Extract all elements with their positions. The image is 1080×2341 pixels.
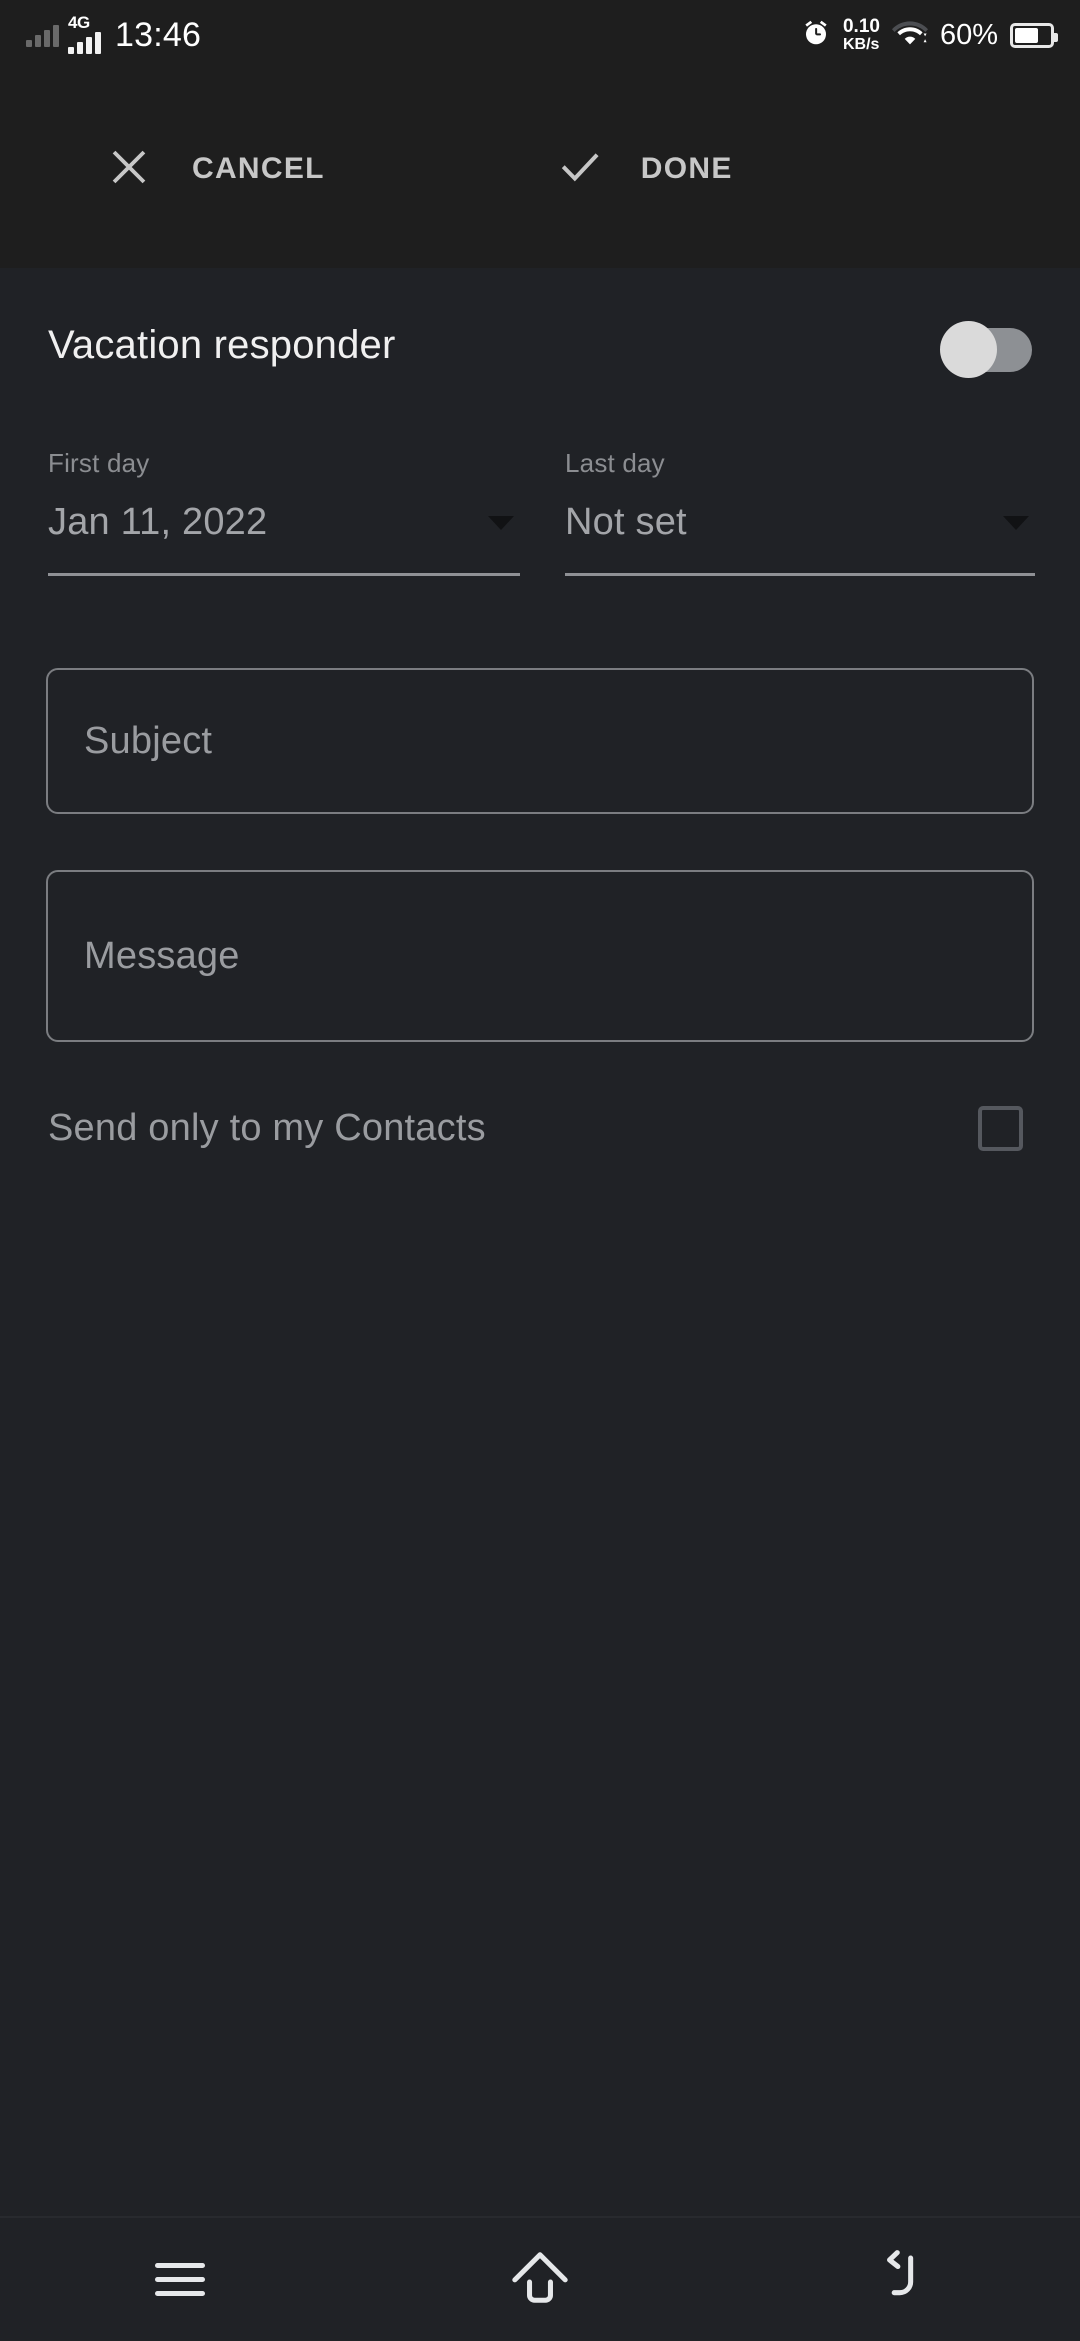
close-x-icon <box>107 145 151 194</box>
phone-screen: 4G 13:46 0.10 KB/s 60% CANCEL DONE Vacat… <box>0 0 1080 2340</box>
menu-recents-icon <box>155 2254 205 2305</box>
message-placeholder: Message <box>84 934 240 977</box>
back-button[interactable] <box>800 2217 1000 2341</box>
cancel-button[interactable]: CANCEL <box>107 114 325 224</box>
dropdown-caret-icon <box>488 515 514 530</box>
subject-input[interactable]: Subject <box>46 668 1034 814</box>
first-day-value: Jan 11, 2022 <box>48 501 268 543</box>
signal-bars-icon <box>68 30 101 54</box>
home-button[interactable] <box>440 2217 640 2341</box>
last-day-underline <box>565 573 1035 576</box>
network-signal-group: 4G <box>68 13 101 54</box>
status-bar: 4G 13:46 0.10 KB/s 60% <box>0 0 1080 70</box>
send-only-contacts-label: Send only to my Contacts <box>48 1106 486 1149</box>
message-input[interactable]: Message <box>46 870 1034 1042</box>
check-icon <box>557 144 603 195</box>
first-day-underline <box>48 573 520 576</box>
send-only-contacts-checkbox[interactable] <box>978 1105 1023 1151</box>
battery-icon <box>1010 22 1058 48</box>
subject-placeholder: Subject <box>84 719 213 762</box>
last-day-label: Last day <box>565 448 665 478</box>
first-day-select[interactable]: Jan 11, 2022 <box>48 501 520 544</box>
network-speed-indicator: 0.10 KB/s <box>843 17 880 53</box>
last-day-select[interactable]: Not set <box>565 501 1035 544</box>
toggle-thumb <box>940 321 997 378</box>
first-day-field[interactable]: First day Jan 11, 2022 <box>48 448 520 576</box>
dropdown-caret-icon <box>1003 515 1029 530</box>
settings-content: Vacation responder First day Jan 11, 202… <box>0 268 1080 2215</box>
app-bar: CANCEL DONE <box>0 70 1080 268</box>
system-navigation-bar <box>0 2216 1080 2340</box>
page-title: Vacation responder <box>48 322 396 367</box>
vacation-responder-row[interactable]: Vacation responder <box>0 290 1080 400</box>
vacation-responder-toggle[interactable] <box>940 321 1032 378</box>
recents-button[interactable] <box>80 2217 280 2341</box>
status-bar-left: 4G 13:46 <box>26 13 202 54</box>
network-type-label: 4G <box>68 13 90 32</box>
network-speed-value: 0.10 <box>842 16 880 38</box>
done-label: DONE <box>640 152 733 185</box>
last-day-value: Not set <box>565 501 687 543</box>
cancel-label: CANCEL <box>192 152 325 185</box>
wifi-icon <box>891 19 928 52</box>
alarm-clock-icon <box>801 18 831 53</box>
status-bar-right: 0.10 KB/s 60% <box>801 17 1058 53</box>
status-bar-clock: 13:46 <box>115 16 202 54</box>
last-day-field[interactable]: Last day Not set <box>565 448 1035 576</box>
battery-percent-label: 60% <box>939 18 998 51</box>
send-only-contacts-row[interactable]: Send only to my Contacts <box>0 1088 1080 1168</box>
back-arrow-icon <box>869 2247 931 2312</box>
home-icon <box>507 2246 573 2313</box>
network-speed-unit: KB/s <box>842 35 880 53</box>
signal-bars-dim-icon <box>26 23 59 47</box>
done-button[interactable]: DONE <box>557 114 733 224</box>
first-day-label: First day <box>48 448 150 478</box>
